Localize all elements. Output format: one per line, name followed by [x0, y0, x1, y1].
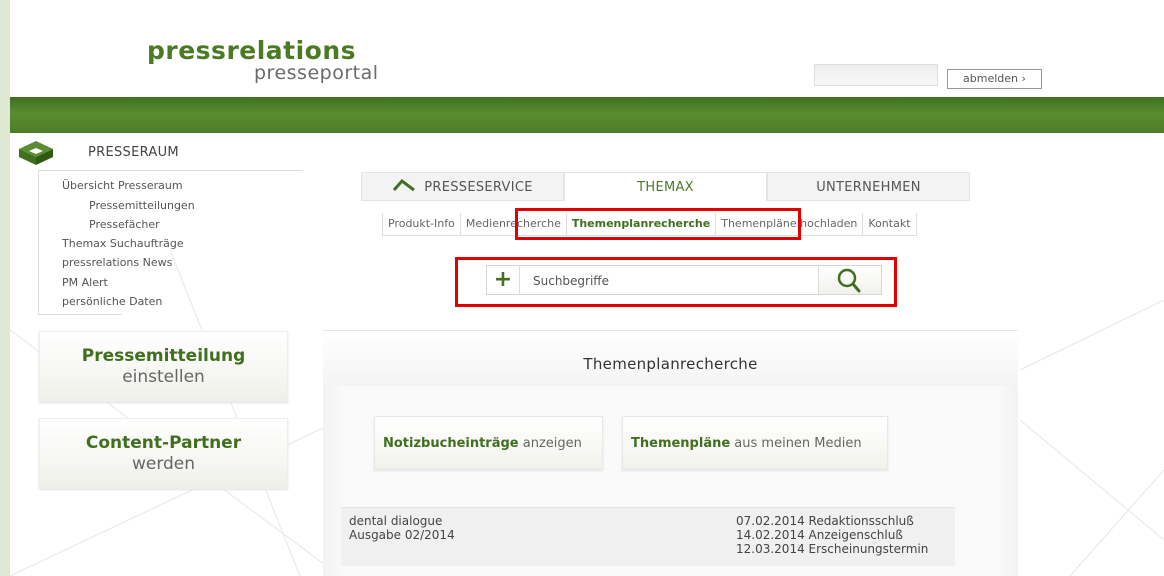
entry-date: 14.02.2014 Anzeigenschluß	[736, 528, 903, 542]
entry-name: dental dialogue	[349, 514, 443, 528]
subnav-produkt-info[interactable]: Produkt-Info	[383, 213, 461, 235]
entry-left: dental dialogue Ausgabe 02/2014	[349, 514, 455, 542]
list-item[interactable]: dental dialogue Ausgabe 02/2014 07.02.20…	[341, 507, 955, 566]
nav-item-pressefaecher[interactable]: Pressefächer	[62, 215, 195, 234]
btn-rest: anzeigen	[518, 436, 582, 451]
logout-button[interactable]: abmelden ›	[947, 69, 1042, 89]
logo-main-text: pressrelations	[147, 36, 357, 65]
nav-item-persoenliche-daten[interactable]: persönliche Daten	[62, 292, 195, 312]
tab-unternehmen[interactable]: UNTERNEHMEN	[767, 172, 970, 201]
highlight-box	[455, 257, 897, 307]
promo-line1: Pressemitteilung	[81, 346, 246, 366]
nav-item-themax-suchauftraege[interactable]: Themax Suchaufträge	[62, 234, 195, 254]
divider	[38, 171, 39, 315]
promo-line2: werden	[131, 454, 196, 474]
content-title: Themenplanrecherche	[583, 355, 758, 373]
divider	[38, 170, 303, 171]
btn-bold: Notizbucheinträge	[383, 436, 519, 451]
presseraum-cube-icon	[19, 141, 53, 165]
pressemitteilung-einstellen-button[interactable]: Pressemitteilung einstellen	[39, 331, 288, 402]
themenplaene-button[interactable]: Themenpläne aus meinen Medien	[622, 416, 888, 470]
green-header-bar	[10, 97, 1164, 133]
promo-line2: einstellen	[122, 367, 205, 387]
promo-line1: Content-Partner	[85, 433, 242, 453]
highlight-box	[515, 208, 801, 240]
btn-rest: aus meinen Medien	[730, 436, 862, 451]
entry-issue: Ausgabe 02/2014	[349, 528, 455, 542]
nav-item-uebersicht[interactable]: Übersicht Presseraum	[62, 176, 195, 196]
tab-presseservice[interactable]: PRESSESERVICE	[361, 172, 564, 201]
presseraum-title: PRESSERAUM	[88, 145, 179, 160]
entry-date: 07.02.2014 Redaktionsschluß	[736, 514, 914, 528]
subnav-kontakt[interactable]: Kontakt	[863, 213, 917, 235]
tab-label: PRESSESERVICE	[424, 180, 533, 195]
logo-sub-text: presseportal	[254, 62, 379, 84]
nav-item-pm-alert[interactable]: PM Alert	[62, 273, 195, 293]
user-field	[814, 64, 938, 86]
entry-date: 12.03.2014 Erscheinungstermin	[736, 542, 929, 556]
entry-dates: 07.02.2014 Redaktionsschluß 14.02.2014 A…	[736, 514, 928, 556]
nav-item-pressrelations-news[interactable]: pressrelations News	[62, 253, 195, 273]
notizbucheintraege-button[interactable]: Notizbucheinträge anzeigen	[374, 416, 603, 470]
btn-bold: Themenpläne	[631, 436, 731, 451]
content-partner-werden-button[interactable]: Content-Partner werden	[39, 418, 288, 489]
tab-themax[interactable]: THEMAX	[564, 172, 767, 201]
tab-label: THEMAX	[637, 180, 694, 195]
presseraum-nav: Übersicht Presseraum Pressemitteilungen …	[62, 176, 195, 312]
divider	[38, 314, 122, 315]
chevron-up-icon	[393, 178, 416, 192]
nav-item-pressemitteilungen[interactable]: Pressemitteilungen	[62, 196, 195, 215]
page: pressrelations presseportal abmelden › P…	[10, 0, 1164, 576]
tab-label: UNTERNEHMEN	[816, 180, 921, 195]
main-tabs: PRESSESERVICE THEMAX UNTERNEHMEN	[361, 172, 970, 201]
